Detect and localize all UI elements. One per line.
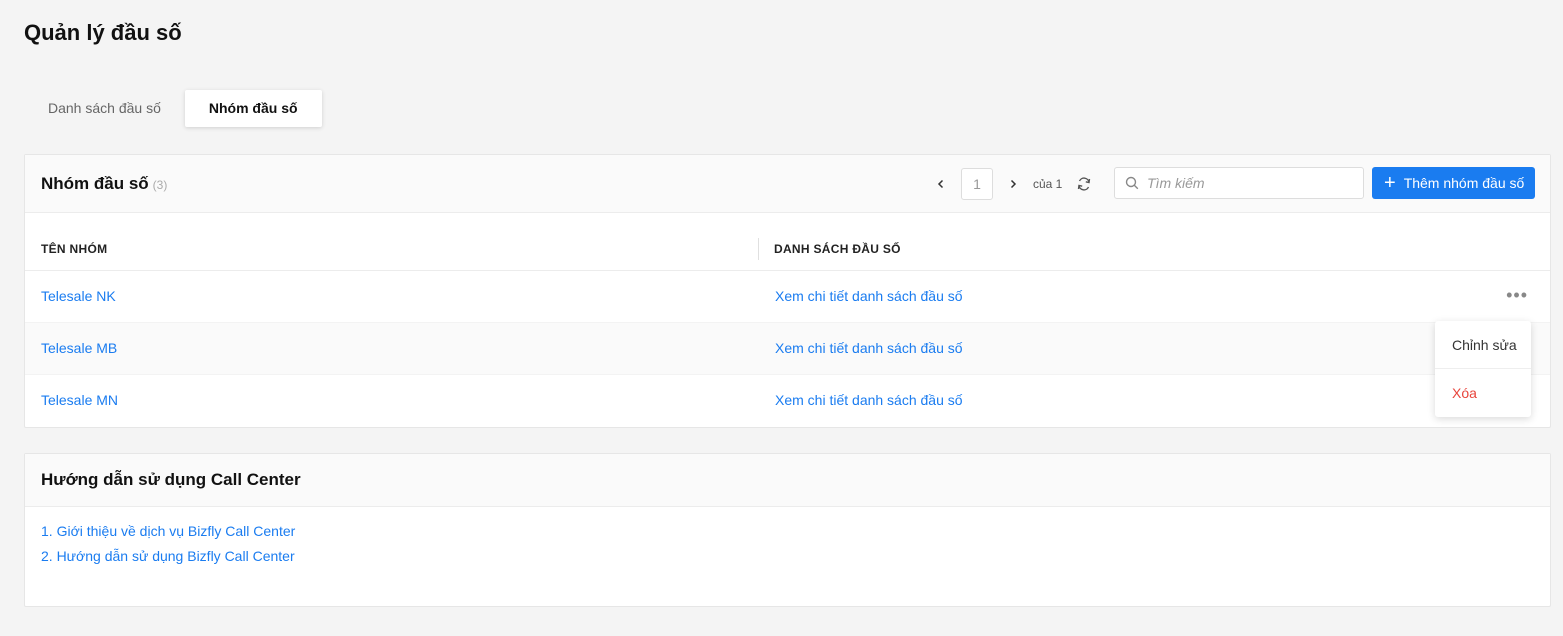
table-row: Telesale MB Xem chi tiết danh sách đầu s… — [25, 323, 1550, 375]
page-title: Quản lý đầu số — [24, 20, 182, 45]
chevron-left-icon — [937, 179, 944, 189]
card-header: Nhóm đầu số(3) của 1 — [25, 155, 1550, 213]
search-box — [1114, 167, 1364, 199]
next-page-button[interactable] — [1001, 168, 1025, 200]
table-row: Telesale NK Xem chi tiết danh sách đầu s… — [25, 271, 1550, 323]
group-name-link[interactable]: Telesale MN — [41, 392, 118, 408]
table-header: TÊN NHÓM DANH SÁCH ĐẦU SỐ — [25, 213, 1550, 271]
column-header-number-list: DANH SÁCH ĐẦU SỐ — [774, 242, 901, 256]
guide-card-title: Hướng dẫn sử dụng Call Center — [41, 470, 301, 489]
refresh-icon — [1078, 177, 1091, 191]
chevron-right-icon — [1010, 179, 1017, 189]
guide-link-usage[interactable]: 2. Hướng dẫn sử dụng Bizfly Call Center — [41, 548, 1534, 564]
number-groups-card: Nhóm đầu số(3) của 1 — [24, 154, 1551, 428]
view-numbers-link[interactable]: Xem chi tiết danh sách đầu số — [775, 288, 963, 304]
search-input[interactable] — [1147, 175, 1347, 191]
column-divider — [758, 238, 759, 260]
guide-link-intro[interactable]: 1. Giới thiệu về dịch vụ Bizfly Call Cen… — [41, 523, 1534, 539]
card-title: Nhóm đầu số (3) — [41, 174, 167, 194]
pagination: của 1 — [929, 168, 1094, 200]
tab-number-list[interactable]: Danh sách đầu số — [24, 90, 185, 127]
tab-bar: Danh sách đầu số Nhóm đầu số — [24, 90, 322, 127]
view-numbers-link[interactable]: Xem chi tiết danh sách đầu số — [775, 340, 963, 356]
more-horizontal-icon[interactable]: ••• — [1506, 285, 1528, 306]
column-header-group-name: TÊN NHÓM — [41, 242, 108, 256]
page-number-input[interactable] — [961, 168, 993, 200]
prev-page-button[interactable] — [929, 168, 953, 200]
plus-icon: + — [1384, 172, 1396, 194]
guide-card: Hướng dẫn sử dụng Call Center 1. Giới th… — [24, 453, 1551, 607]
tab-number-groups[interactable]: Nhóm đầu số — [184, 90, 322, 127]
view-numbers-link[interactable]: Xem chi tiết danh sách đầu số — [775, 392, 963, 408]
table-row: Telesale MN Xem chi tiết danh sách đầu s… — [25, 375, 1550, 427]
row-actions-menu: Chỉnh sửa Xóa — [1435, 321, 1531, 417]
guide-card-header: Hướng dẫn sử dụng Call Center — [25, 454, 1550, 507]
group-count: (3) — [152, 178, 168, 192]
page-total-label: của 1 — [1033, 177, 1063, 191]
add-group-label: Thêm nhóm đầu số — [1403, 175, 1525, 191]
add-group-button[interactable]: + Thêm nhóm đầu số — [1372, 167, 1535, 199]
search-icon — [1125, 176, 1139, 190]
delete-menu-item[interactable]: Xóa — [1435, 369, 1531, 417]
group-name-link[interactable]: Telesale NK — [41, 288, 116, 304]
refresh-button[interactable] — [1074, 174, 1094, 194]
group-name-link[interactable]: Telesale MB — [41, 340, 117, 356]
edit-menu-item[interactable]: Chỉnh sửa — [1435, 321, 1531, 369]
guide-list: 1. Giới thiệu về dịch vụ Bizfly Call Cen… — [25, 507, 1550, 589]
card-title-text: Nhóm đầu số — [41, 174, 149, 193]
